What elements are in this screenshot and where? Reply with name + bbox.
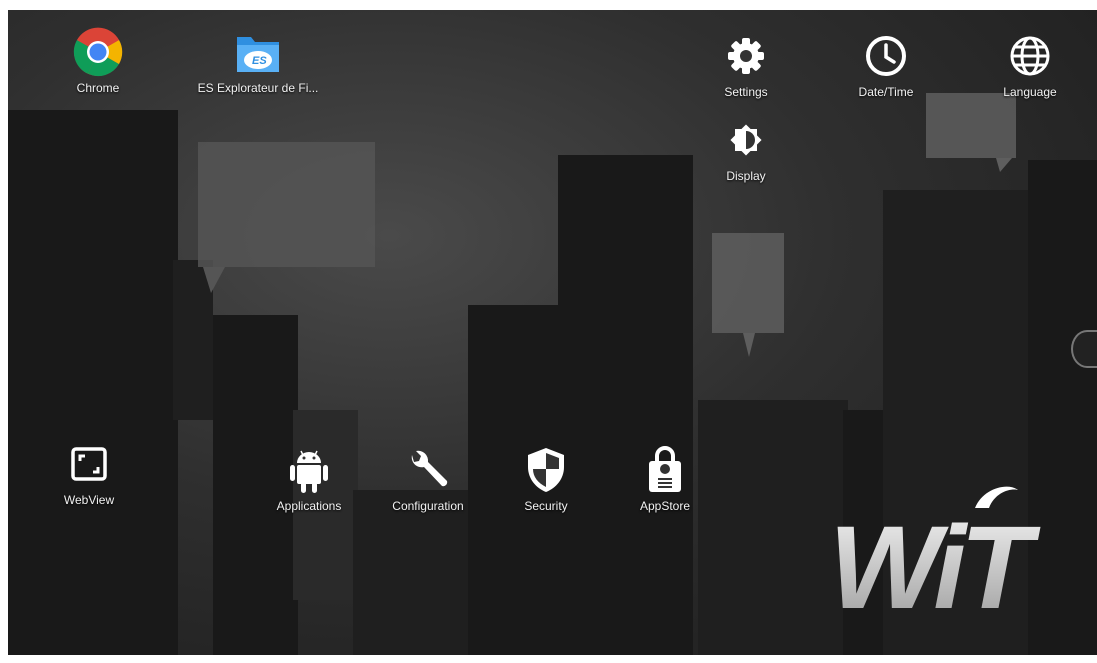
configuration-app[interactable]: Configuration (368, 444, 488, 513)
es-file-explorer-app[interactable]: ES ES Explorateur de Fi... (198, 26, 318, 95)
home-screen: Chrome ES ES Explorateur de Fi... Settin… (8, 10, 1097, 655)
svg-text:ES: ES (252, 55, 267, 67)
webview-app[interactable]: WebView (29, 438, 149, 507)
applications-label: Applications (276, 499, 342, 513)
android-icon (283, 444, 335, 496)
svg-text:WiT: WiT (829, 502, 1041, 620)
fullscreen-frame-icon (63, 438, 115, 490)
wit-logo: WiT (823, 480, 1083, 634)
appstore-label: AppStore (639, 499, 691, 513)
webview-label: WebView (63, 493, 115, 507)
wrench-icon (402, 444, 454, 496)
applications-app[interactable]: Applications (249, 444, 369, 513)
chrome-app[interactable]: Chrome (38, 26, 158, 95)
settings-label: Settings (724, 85, 768, 99)
configuration-label: Configuration (392, 499, 464, 513)
brightness-icon (720, 114, 772, 166)
es-file-explorer-icon: ES (232, 26, 284, 78)
chrome-label: Chrome (76, 81, 120, 95)
datetime-label: Date/Time (858, 85, 914, 99)
display-label: Display (726, 169, 766, 183)
display-app[interactable]: Display (686, 114, 806, 183)
settings-app[interactable]: Settings (686, 30, 806, 99)
security-label: Security (524, 499, 568, 513)
gear-icon (720, 30, 772, 82)
globe-icon (1004, 30, 1056, 82)
datetime-app[interactable]: Date/Time (826, 30, 946, 99)
appstore-app[interactable]: AppStore (605, 444, 725, 513)
shield-icon (520, 444, 572, 496)
language-app[interactable]: Language (970, 30, 1090, 99)
security-app[interactable]: Security (486, 444, 606, 513)
clock-icon (860, 30, 912, 82)
es-file-explorer-label: ES Explorateur de Fi... (197, 81, 319, 95)
chrome-icon (72, 26, 124, 78)
language-label: Language (1003, 85, 1057, 99)
side-drawer-handle[interactable] (1071, 330, 1097, 368)
store-bag-icon (639, 444, 691, 496)
